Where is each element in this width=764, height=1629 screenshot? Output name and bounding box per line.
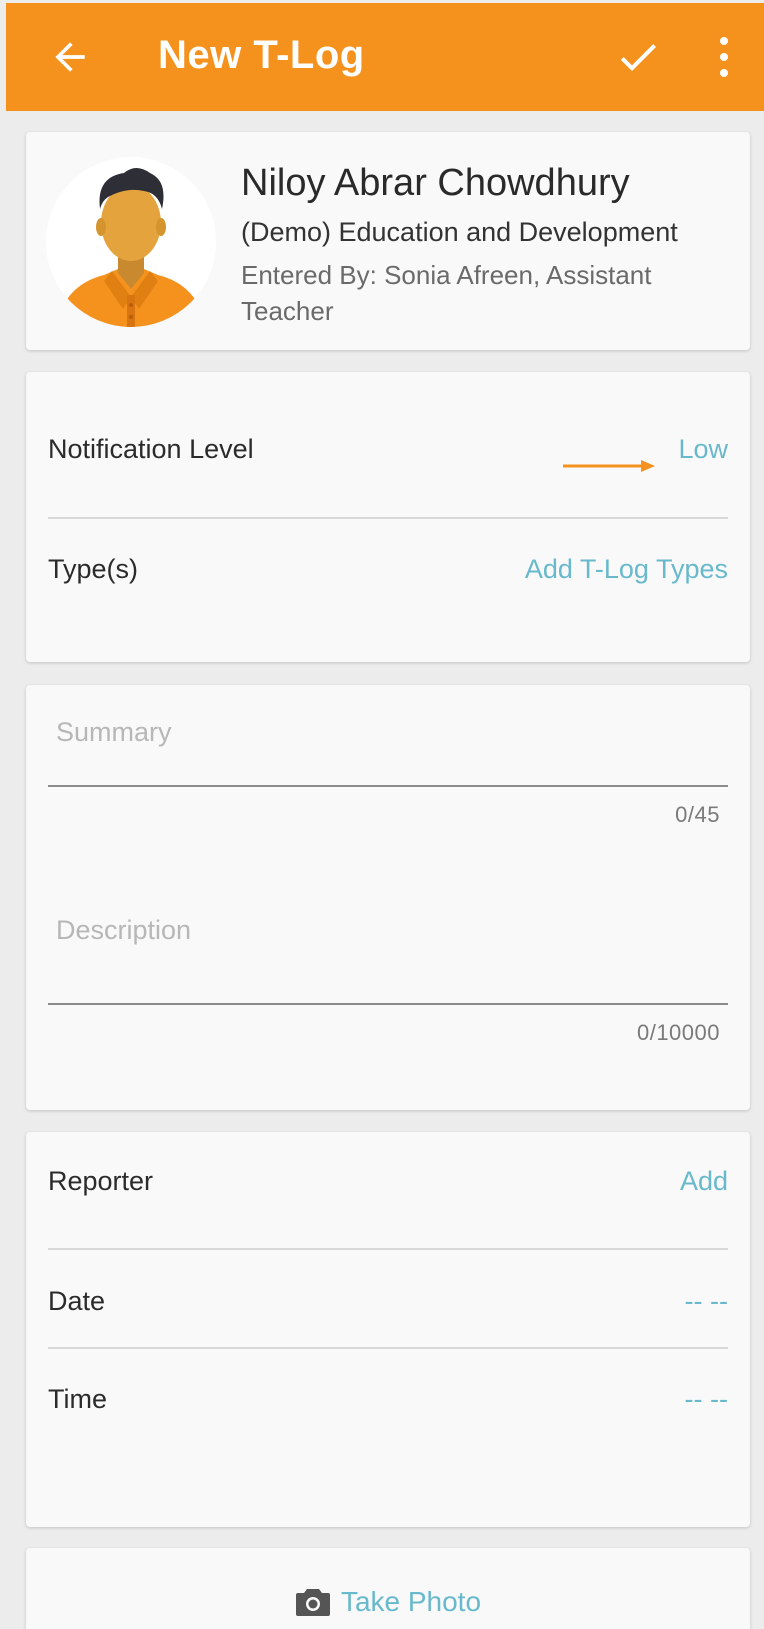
time-picker[interactable]: -- -- [685,1384,728,1415]
add-tlog-types-link[interactable]: Add T-Log Types [525,554,728,585]
back-arrow-icon[interactable] [48,35,92,79]
organization-name: (Demo) Education and Development [241,217,678,247]
entry-card: Summary 0/45 Description 0/10000 [26,685,750,1110]
more-vert-icon[interactable] [712,33,736,81]
reporter-label: Reporter [48,1166,154,1196]
student-profile-card: Niloy Abrar Chowdhury (Demo) Education a… [26,132,750,350]
date-picker[interactable]: -- -- [685,1286,728,1317]
camera-icon [295,1589,330,1616]
page-title: New T-Log [158,33,365,77]
details-card: Reporter Add Date -- -- Time -- -- [26,1132,750,1527]
description-underline [48,1003,728,1005]
photo-card: Take Photo [26,1548,750,1629]
add-reporter-link[interactable]: Add [680,1166,728,1197]
check-icon[interactable] [612,33,664,81]
person-avatar-icon [46,157,216,327]
notification-level-label: Notification Level [48,434,254,464]
student-name: Niloy Abrar Chowdhury [241,162,630,204]
summary-counter: 0/45 [675,802,720,827]
app-bar: New T-Log [6,3,764,111]
divider [48,1347,728,1349]
summary-input[interactable]: Summary [56,717,172,748]
summary-underline [48,785,728,787]
notification-level-value[interactable]: Low [678,434,728,465]
divider [48,517,728,519]
classification-card: Notification Level Low Type(s) Add T-Log… [26,372,750,662]
divider [48,1248,728,1250]
take-photo-label: Take Photo [340,1586,482,1617]
time-label: Time [48,1384,107,1414]
types-label: Type(s) [48,554,139,584]
date-label: Date [48,1286,106,1316]
arrow-right-icon [563,460,655,472]
entered-by-text: Entered By: Sonia Afreen, Assistant Teac… [241,260,652,326]
description-input[interactable]: Description [56,915,191,946]
description-counter: 0/10000 [636,1020,720,1045]
take-photo-button[interactable]: Take Photo [26,1586,750,1618]
